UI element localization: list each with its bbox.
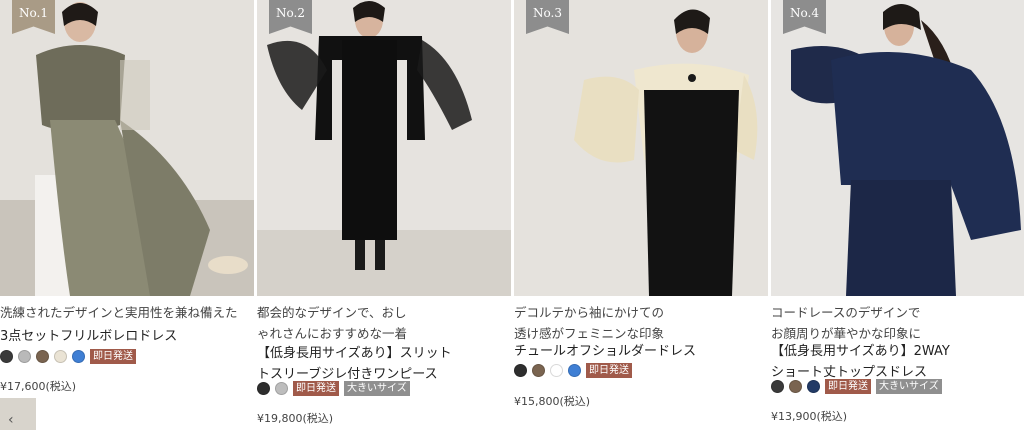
color-swatch[interactable] bbox=[275, 381, 288, 395]
color-swatch[interactable] bbox=[550, 363, 563, 377]
product-name[interactable]: チュールオフショルダードレス bbox=[514, 341, 696, 362]
product-image[interactable] bbox=[0, 0, 254, 296]
product-card-1[interactable]: No.1 洗練されたデザインと実用性を兼ね備えた 3点セットフリルボレロドレス … bbox=[0, 0, 254, 430]
large-size-badge: 大きいサイズ bbox=[344, 380, 410, 396]
product-description: 都会的なデザインで、おし ゃれさんにおすすめな一着 bbox=[257, 305, 408, 341]
color-swatch[interactable] bbox=[568, 363, 581, 377]
product-name[interactable]: 3点セットフリルボレロドレス bbox=[0, 326, 177, 347]
product-price: ¥13,900(税込) bbox=[771, 410, 848, 423]
product-description: デコルテから袖にかけての 透け感がフェミニンな印象 bbox=[514, 305, 665, 341]
same-day-shipping-badge: 即日発送 bbox=[825, 378, 871, 394]
product-description: 洗練されたデザインと実用性を兼ね備えた bbox=[0, 305, 238, 320]
color-and-badges: 即日発送 大きいサイズ bbox=[771, 377, 942, 395]
product-price: ¥15,800(税込) bbox=[514, 395, 591, 408]
color-swatch[interactable] bbox=[514, 363, 527, 377]
product-card-2[interactable]: No.2 都会的なデザインで、おし ゃれさんにおすすめな一着 【低身長用サイズあ… bbox=[257, 0, 511, 430]
product-card-4[interactable]: No.4 コードレースのデザインで お顔周りが華やかな印象に 【低身長用サイズあ… bbox=[771, 0, 1024, 430]
color-and-badges: 即日発送 bbox=[0, 347, 136, 365]
color-swatch[interactable] bbox=[771, 379, 784, 393]
color-and-badges: 即日発送 大きいサイズ bbox=[257, 379, 410, 397]
color-swatch[interactable] bbox=[0, 349, 13, 363]
same-day-shipping-badge: 即日発送 bbox=[90, 348, 136, 364]
product-image[interactable] bbox=[771, 0, 1024, 296]
product-image[interactable] bbox=[514, 0, 768, 296]
chevron-left-icon: ‹ bbox=[8, 412, 14, 428]
color-swatch[interactable] bbox=[54, 349, 67, 363]
same-day-shipping-badge: 即日発送 bbox=[293, 380, 339, 396]
color-swatch[interactable] bbox=[36, 349, 49, 363]
product-description: コードレースのデザインで お顔周りが華やかな印象に bbox=[771, 305, 922, 341]
color-swatch[interactable] bbox=[257, 381, 270, 395]
color-swatch[interactable] bbox=[532, 363, 545, 377]
color-swatch[interactable] bbox=[807, 379, 820, 393]
large-size-badge: 大きいサイズ bbox=[876, 378, 942, 394]
color-swatch[interactable] bbox=[789, 379, 802, 393]
product-image[interactable] bbox=[257, 0, 511, 296]
product-price: ¥17,600(税込) bbox=[0, 380, 77, 393]
color-swatch[interactable] bbox=[18, 349, 31, 363]
same-day-shipping-badge: 即日発送 bbox=[586, 362, 632, 378]
product-card-3[interactable]: No.3 デコルテから袖にかけての 透け感がフェミニンな印象 チュールオフショル… bbox=[514, 0, 768, 430]
carousel-prev-button[interactable]: ‹ bbox=[0, 398, 36, 430]
product-price: ¥19,800(税込) bbox=[257, 412, 334, 425]
color-and-badges: 即日発送 bbox=[514, 361, 632, 379]
color-swatch[interactable] bbox=[72, 349, 85, 363]
